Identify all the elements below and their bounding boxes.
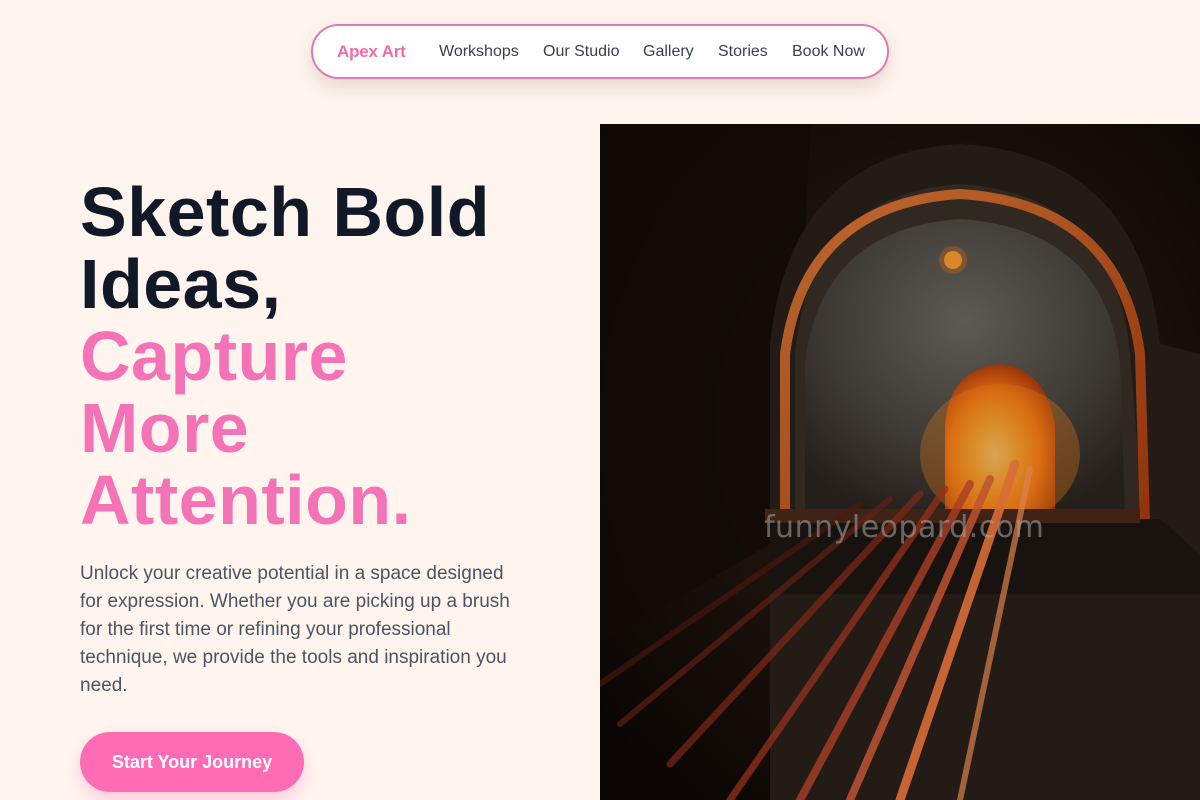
nav-link-gallery[interactable]: Gallery [643, 43, 694, 61]
nav-link-stories[interactable]: Stories [718, 43, 768, 61]
nav-link-our-studio[interactable]: Our Studio [543, 43, 619, 61]
page: Apex Art Workshops Our Studio Gallery St… [0, 0, 1200, 800]
brand-logo[interactable]: Apex Art [337, 42, 406, 62]
hero-title-accent-line: Attention. [80, 461, 412, 539]
hero-title-line: Ideas, [80, 245, 282, 323]
nav-link-workshops[interactable]: Workshops [439, 43, 519, 61]
hero-title-accent-line: More [80, 389, 250, 467]
hero-title-accent-line: Capture [80, 317, 348, 395]
hero-title: Sketch Bold Ideas, Capture More Attentio… [80, 176, 490, 536]
hero-title-line: Sketch Bold [80, 173, 491, 251]
start-journey-button[interactable]: Start Your Journey [80, 732, 304, 792]
hero-description: Unlock your creative potential in a spac… [80, 563, 510, 696]
furnace-illustration [600, 124, 1200, 800]
hero-image-glass-furnace: funnyleopard.com [600, 124, 1200, 800]
top-navigation: Apex Art Workshops Our Studio Gallery St… [311, 24, 889, 79]
image-watermark: funnyleopard.com [764, 510, 1045, 545]
nav-link-book-now[interactable]: Book Now [792, 43, 865, 61]
